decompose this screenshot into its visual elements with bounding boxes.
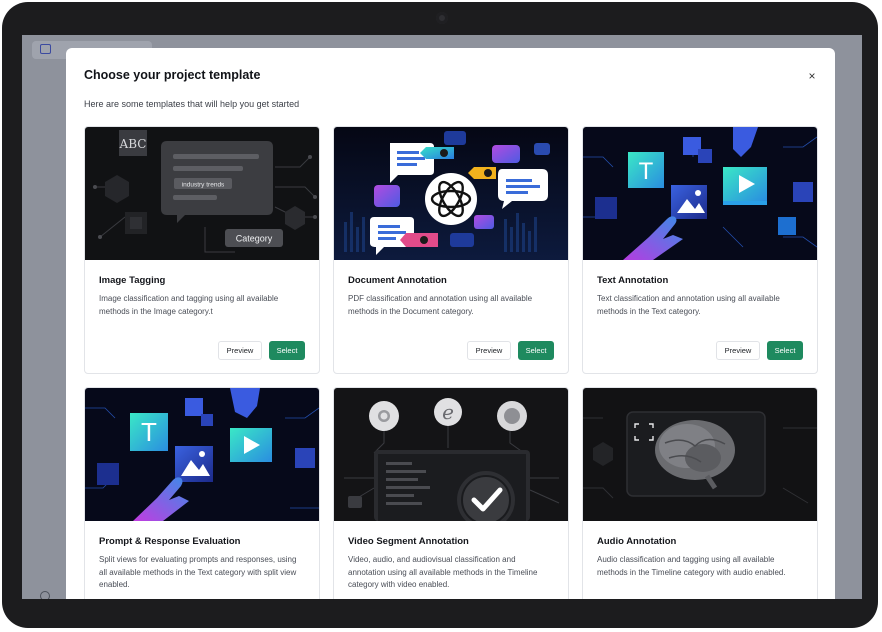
screen: Choose your project template × Here are … <box>22 35 862 599</box>
category-label: Category <box>236 234 273 244</box>
modal-subtitle: Here are some templates that will help y… <box>84 99 300 109</box>
modal-title: Choose your project template <box>84 68 261 82</box>
template-modal: Choose your project template × Here are … <box>66 48 835 599</box>
template-card-image-tagging[interactable]: ABC industry trends Category Image Taggi… <box>84 126 320 374</box>
text-t-glyph: T <box>639 158 654 185</box>
card-description: Image classification and tagging using a… <box>99 294 279 316</box>
video-segment-thumbnail: e <box>334 388 568 521</box>
preview-button[interactable]: Preview <box>716 341 760 360</box>
card-description: Audio classification and tagging using a… <box>597 555 786 577</box>
text-annotation-thumbnail: T <box>583 127 817 260</box>
close-button[interactable]: × <box>804 68 820 84</box>
template-card-prompt-response-evaluation[interactable]: T Prompt & Response Evaluation Split vie… <box>84 387 320 599</box>
tablet-frame: Choose your project template × Here are … <box>2 2 878 628</box>
audio-annotation-thumbnail <box>583 388 817 521</box>
card-description: Video, audio, and audiovisual classifica… <box>348 555 538 589</box>
settings-icon <box>40 591 50 599</box>
industry-trends-label: industry trends <box>182 182 225 189</box>
abc-label: ABC <box>119 137 147 151</box>
image-tagging-thumbnail: ABC industry trends Category <box>85 127 319 260</box>
card-title: Text Annotation <box>597 275 669 286</box>
card-description: Text classification and annotation using… <box>597 294 780 316</box>
preview-button[interactable]: Preview <box>467 341 511 360</box>
svg-text:e: e <box>442 400 454 424</box>
card-description: PDF classification and annotation using … <box>348 294 533 316</box>
template-card-audio-annotation[interactable]: Audio Annotation Audio classification an… <box>582 387 818 599</box>
template-card-text-annotation[interactable]: T Text Annotation Text classification an… <box>582 126 818 374</box>
preview-button[interactable]: Preview <box>218 341 262 360</box>
template-card-document-annotation[interactable]: Document Annotation PDF classification a… <box>333 126 569 374</box>
prompt-t-glyph: T <box>141 417 157 447</box>
select-button[interactable]: Select <box>767 341 803 360</box>
select-button[interactable]: Select <box>518 341 554 360</box>
document-annotation-thumbnail <box>334 127 568 260</box>
card-description: Split views for evaluating prompts and r… <box>99 555 297 589</box>
card-title: Document Annotation <box>348 275 447 286</box>
card-title: Video Segment Annotation <box>348 536 469 547</box>
camera-icon <box>436 12 448 24</box>
card-title: Image Tagging <box>99 275 166 286</box>
select-button[interactable]: Select <box>269 341 305 360</box>
prompt-response-thumbnail: T <box>85 388 319 521</box>
briefcase-icon <box>40 44 51 54</box>
template-card-video-segment-annotation[interactable]: e Video Segment Annotation Video, audio,… <box>333 387 569 599</box>
card-title: Audio Annotation <box>597 536 677 547</box>
card-title: Prompt & Response Evaluation <box>99 536 241 547</box>
